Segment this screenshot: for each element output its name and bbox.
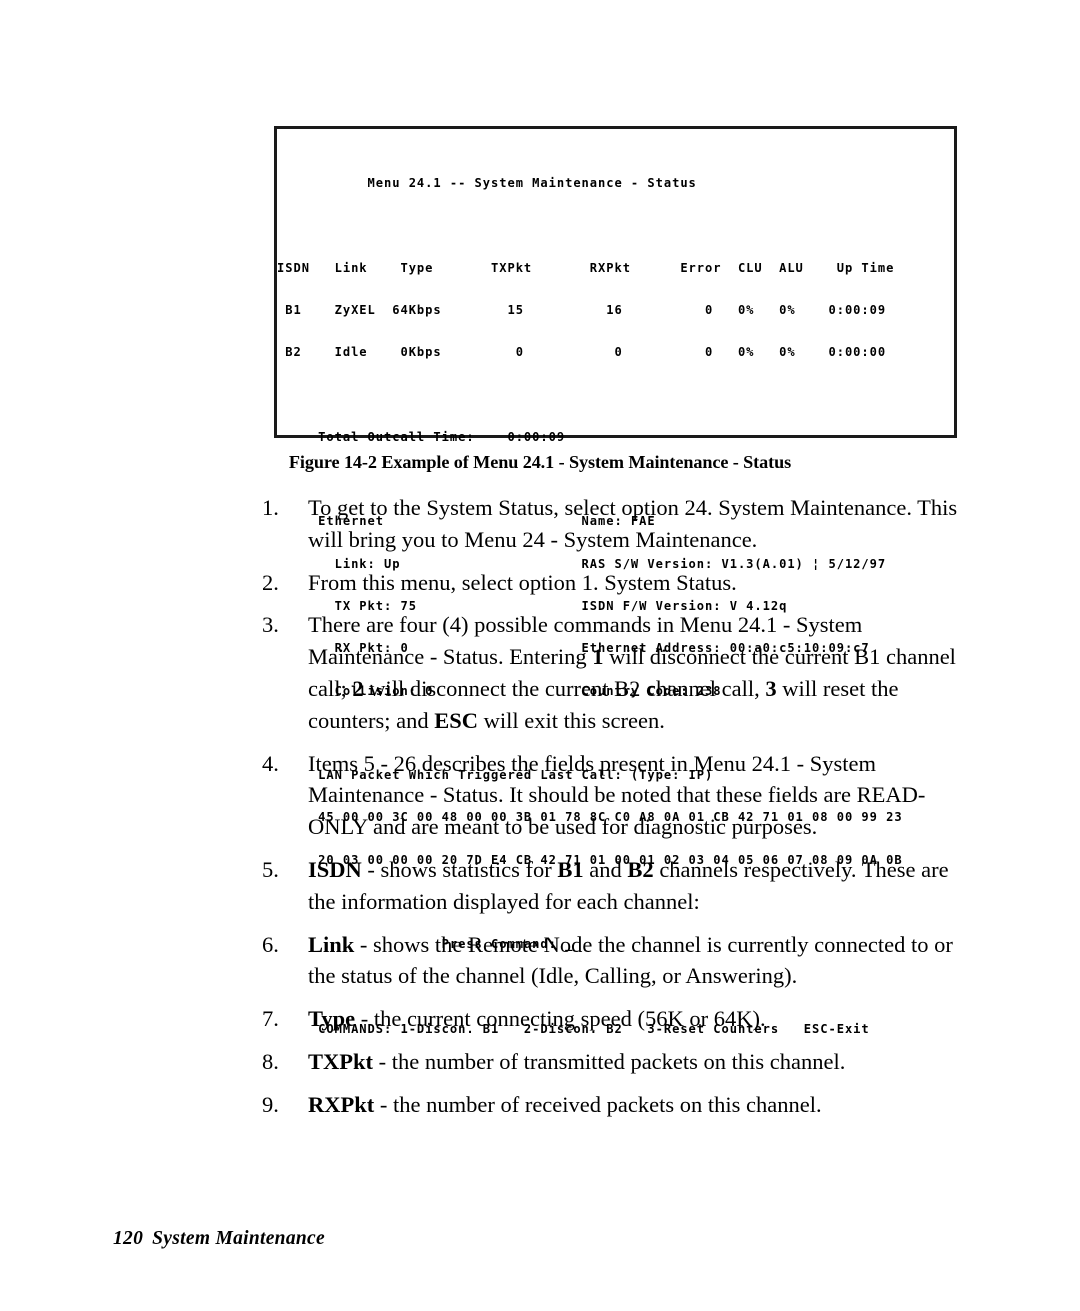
list-item-number: 4.: [262, 750, 279, 776]
list-item-number: 7.: [262, 1006, 279, 1032]
isdn-table-row-b1: B1 ZyXEL 64Kbps 15 16 0 0% 0% 0:00:09: [277, 303, 887, 318]
list-item-number: 2.: [262, 569, 279, 595]
list-item-text: From this menu, select option 1. System …: [308, 567, 974, 599]
list-item: 7. Type - the current connecting speed (5…: [262, 1003, 974, 1035]
list-item: 4. Items 5 - 26 describes the fields pres…: [262, 748, 974, 843]
emphasis-text: ESC: [434, 707, 478, 733]
list-item: 8. TXPkt - the number of transmitted pack…: [262, 1046, 974, 1078]
page-footer: 120 System Maintenance: [113, 1228, 325, 1250]
body-text: will exit this screen.: [478, 707, 665, 733]
body-text: To get to the System Status, select opti…: [308, 495, 958, 552]
body-text: From this menu, select option 1. System …: [308, 569, 737, 595]
body-text: - the current connecting speed (56K or 6…: [355, 1006, 766, 1032]
isdn-table-row-b2: B2 Idle 0Kbps 0 0 0 0% 0% 0:00:00: [277, 345, 887, 360]
list-item: 1. To get to the System Status, select op…: [262, 492, 974, 556]
terminal-spacer: [277, 218, 954, 232]
emphasis-text: Type: [308, 1006, 356, 1032]
body-text: - the number of transmitted packets on t…: [373, 1048, 846, 1074]
terminal-screenshot-figure: Menu 24.1 -- System Maintenance - Status…: [274, 126, 957, 1036]
list-item: 6. Link - shows the Remote Node the chann…: [262, 929, 974, 993]
emphasis-text: B1: [557, 856, 584, 882]
list-item-number: 6.: [262, 931, 279, 957]
list-item-number: 9.: [262, 1091, 279, 1117]
isdn-table-header-row: ISDN Link Type TXPkt RXPkt Error CLU ALU…: [277, 260, 895, 275]
total-outcall-time-line: Total Outcall Time: 0:00:09: [277, 429, 566, 444]
list-item-text: Items 5 - 26 describes the fields presen…: [308, 748, 974, 843]
list-item-number: 8.: [262, 1048, 279, 1074]
list-item-text: Type - the current connecting speed (56K…: [308, 1003, 974, 1035]
terminal-spacer: [277, 472, 954, 486]
body-text: and: [583, 856, 628, 882]
footer-section-title: System Maintenance: [152, 1228, 325, 1249]
figure-caption: Figure 14-2 Example of Menu 24.1 - Syste…: [288, 452, 792, 472]
emphasis-text: 1: [592, 644, 604, 670]
list-item-text: There are four (4) possible commands in …: [308, 609, 974, 736]
list-item-number: 3.: [262, 612, 279, 638]
list-item: 2. From this menu, select option 1. Syste…: [262, 567, 974, 599]
list-item-text: To get to the System Status, select opti…: [308, 492, 974, 556]
emphasis-text: Link: [308, 931, 355, 957]
emphasis-text: 2: [352, 675, 364, 701]
footer-page-number: 120: [113, 1228, 144, 1249]
body-text: - shows the Remote Node the channel is c…: [308, 931, 953, 989]
body-text: will disconnect the current B2 channel c…: [363, 675, 766, 701]
emphasis-text: TXPkt: [308, 1048, 374, 1074]
list-item: 3. There are four (4) possible commands i…: [262, 609, 974, 736]
emphasis-text: RXPkt: [308, 1091, 375, 1117]
list-item-text: TXPkt - the number of transmitted packet…: [308, 1046, 974, 1078]
list-item-text: Link - shows the Remote Node the channel…: [308, 929, 974, 993]
list-item-number: 1.: [262, 495, 279, 520]
list-item: 5. ISDN - shows statistics for B1 and B2 …: [262, 854, 974, 918]
body-text: - the number of received packets on this…: [374, 1091, 822, 1117]
numbered-steps-list: 1. To get to the System Status, select op…: [262, 492, 974, 1132]
body-text: Items 5 - 26 describes the fields presen…: [308, 750, 926, 840]
body-text: - shows statistics for: [361, 856, 558, 882]
list-item-text: RXPkt - the number of received packets o…: [308, 1089, 974, 1121]
emphasis-text: 3: [765, 675, 777, 701]
emphasis-text: ISDN: [308, 856, 362, 882]
list-item: 9. RXPkt - the number of received packets…: [262, 1089, 974, 1121]
terminal-title-line: Menu 24.1 -- System Maintenance - Status: [277, 176, 697, 191]
list-item-text: ISDN - shows statistics for B1 and B2 ch…: [308, 854, 974, 918]
list-item-number: 5.: [262, 856, 279, 882]
terminal-spacer: [277, 388, 954, 402]
emphasis-text: B2: [627, 856, 654, 882]
